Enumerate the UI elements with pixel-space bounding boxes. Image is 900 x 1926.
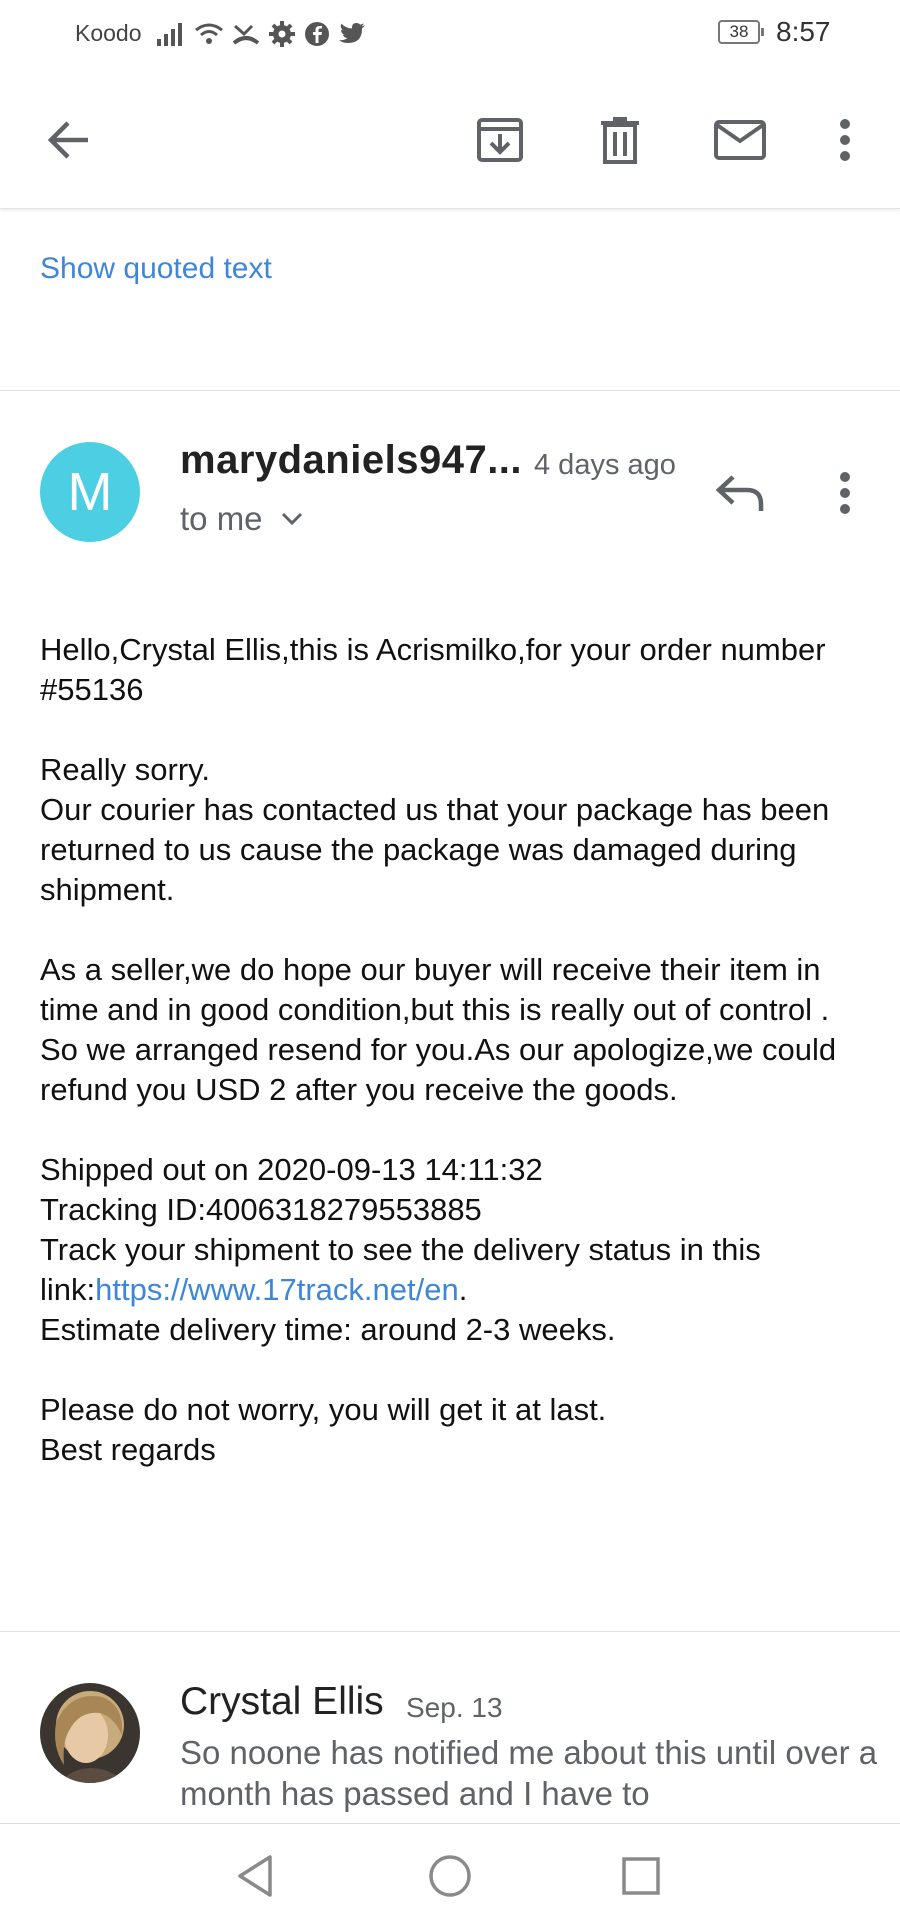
missed-call-icon [232,24,260,45]
seller-paragraph: As a seller,we do hope our buyer will re… [40,952,830,1027]
sender-avatar[interactable]: M [40,442,140,542]
nav-home-icon [429,1855,471,1897]
mark-unread-button[interactable] [705,105,775,175]
action-bar [0,70,900,209]
nav-back-button[interactable] [226,1846,286,1906]
email-screen: Koodo 38 8:57 Show quoted text M marydan… [0,0,900,1926]
recipients-toggle[interactable]: to me [180,500,303,538]
facebook-icon [305,22,329,46]
reply-divider [0,1631,900,1632]
profile-photo-icon [40,1683,140,1783]
track-link-line: Track your shipment to see the delivery … [40,1230,870,1310]
carrier-name: Koodo [75,20,142,46]
reassure-line: Please do not worry, you will get it at … [40,1392,607,1427]
show-quoted-text-link[interactable]: Show quoted text [40,252,272,286]
greeting-paragraph: Hello,Crystal Ellis,this is Acrismilko,f… [40,632,826,707]
signal-icon [157,23,182,46]
track-suffix: . [458,1272,468,1307]
nav-home-button[interactable] [420,1846,480,1906]
signoff-line: Best regards [40,1432,216,1467]
clock: 8:57 [776,16,831,47]
reply-avatar[interactable] [40,1683,140,1783]
more-options-button[interactable] [810,105,880,175]
tracking-link[interactable]: https://www.17track.net/en [95,1272,459,1307]
back-arrow-icon [47,121,88,159]
wifi-icon [195,23,223,44]
battery-icon: 38 [718,20,764,44]
tracking-line: Tracking ID:4006318279553885 [40,1192,482,1227]
chevron-down-icon [281,512,302,526]
avatar-letter: M [67,462,113,522]
apology-line: Really sorry. [40,752,210,787]
nav-recents-button[interactable] [611,1846,671,1906]
archive-icon [477,118,523,162]
settings-icon [269,21,295,47]
twitter-icon [339,23,365,43]
reply-icon [715,475,764,511]
nav-recents-icon [622,1857,660,1895]
courier-paragraph: Our courier has contacted us that your p… [40,792,830,907]
back-button[interactable] [33,105,103,175]
shipped-line: Shipped out on 2020-09-13 14:11:32 [40,1152,543,1187]
sender-name[interactable]: marydaniels947... [180,438,522,483]
mark-unread-icon [714,120,766,160]
more-vert-icon [840,119,850,161]
reply-snippet[interactable]: So noone has notified me about this unti… [180,1732,880,1814]
delete-button[interactable] [585,105,655,175]
more-vert-icon [840,472,850,514]
message-divider [0,390,900,391]
reply-sender-name[interactable]: Crystal Ellis [180,1680,384,1724]
reply-button[interactable] [705,458,775,528]
recipients-label: to me [180,500,263,537]
estimate-line: Estimate delivery time: around 2-3 weeks… [40,1312,616,1347]
system-nav-bar [0,1823,900,1926]
battery-level: 38 [729,22,749,41]
message-more-button[interactable] [810,458,880,528]
archive-button[interactable] [465,105,535,175]
resend-paragraph: So we arranged resend for you.As our apo… [40,1032,837,1107]
message-body: Hello,Crystal Ellis,this is Acrismilko,f… [40,630,870,1470]
reply-date: Sep. 13 [406,1692,503,1723]
message-time: 4 days ago [534,449,676,481]
nav-back-icon [238,1855,272,1897]
delete-icon [601,117,639,164]
status-icons [156,18,366,50]
status-bar: Koodo 38 8:57 [0,0,900,70]
